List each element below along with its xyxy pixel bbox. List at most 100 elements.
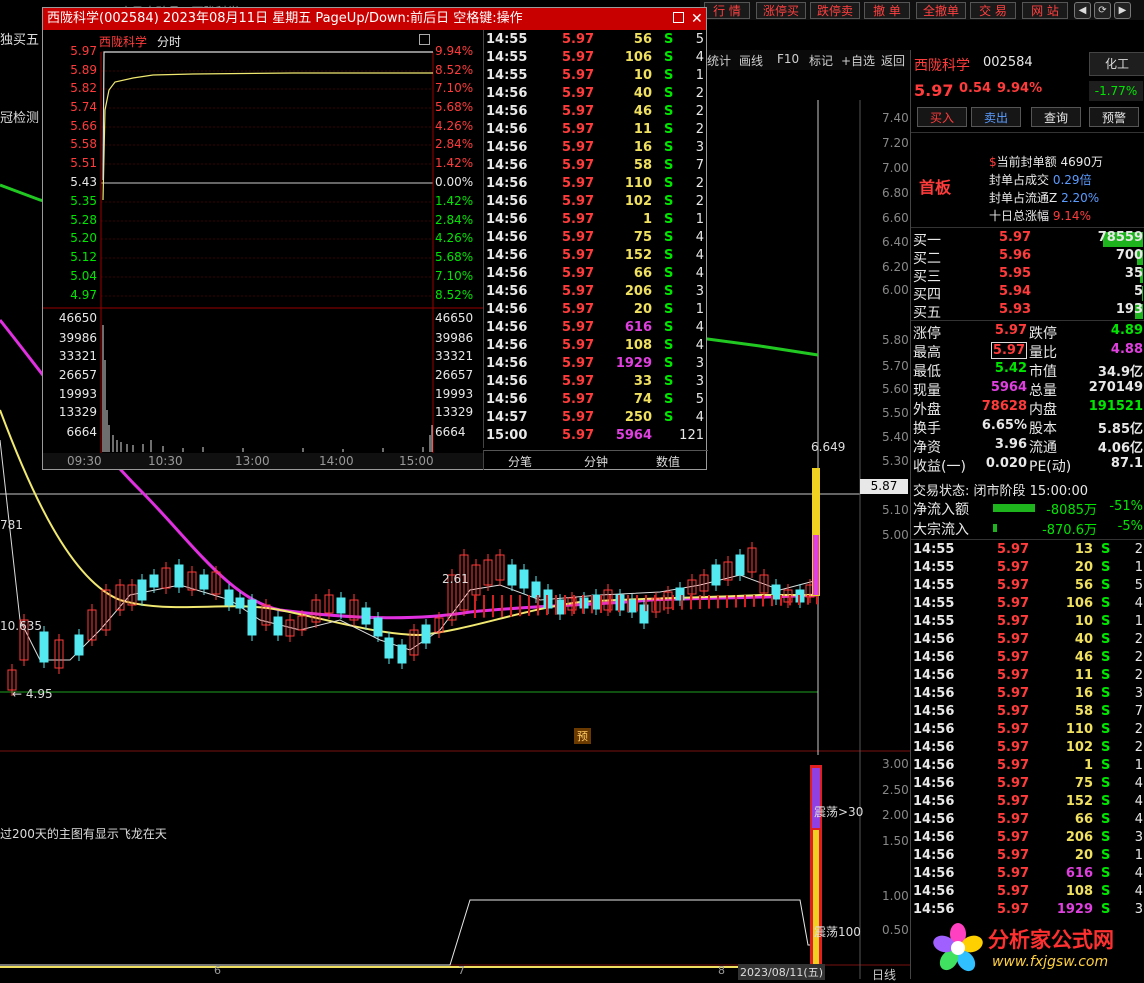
stat-value: 87.1 — [1110, 456, 1143, 471]
cancel-all-button[interactable]: 全撤单 — [916, 2, 966, 19]
tick-price: 5.97 — [997, 704, 1030, 719]
tick-time: 14:56 — [913, 722, 955, 737]
quote-button[interactable]: 行 情 — [704, 2, 750, 19]
ind-axis-tick: 2.00 — [882, 808, 909, 822]
limit-up-buy-button[interactable]: 涨停买 — [756, 2, 806, 19]
tick-volume: 20 — [1074, 560, 1093, 575]
candle — [174, 564, 184, 588]
money-flow: 净流入额 -8085万 -51% 大宗流入 -870.6万 -5% — [911, 499, 1144, 539]
period-label[interactable]: 日线 — [872, 966, 896, 983]
time-tick: 13:00 — [235, 454, 270, 468]
pct-level: 0.00% — [435, 175, 474, 189]
menu-return[interactable]: 返回 — [881, 52, 905, 69]
top-toolbar: 行 情 涨停买 跌停卖 撤 单 全撤单 交 易 网 站 ◀ ⟳ ▶ — [700, 0, 1144, 20]
back-icon[interactable]: ◀ — [1074, 2, 1091, 19]
candle — [224, 589, 234, 606]
seal-info: $当前封单额 4690万 封单占成交 0.29倍 封单占流通Z 2.20% 十日总涨幅… — [989, 153, 1144, 233]
candle — [384, 637, 394, 659]
price-line — [102, 51, 433, 181]
cancel-order-button[interactable]: 撤 单 — [864, 2, 910, 19]
tick-volume: 1 — [642, 212, 652, 227]
tab-values[interactable]: 数值 — [656, 453, 680, 470]
axis-tick: 6.00 — [882, 283, 909, 297]
ind-axis-tick: 3.00 — [882, 757, 909, 771]
volume-level-right: 6664 — [435, 425, 466, 439]
popup-title: 西陇科学(002584) 2023年08月11日 星期五 PageUp/Down… — [47, 11, 523, 26]
tick-volume: 58 — [1074, 704, 1093, 719]
sell-button[interactable]: 卖出 — [971, 107, 1021, 127]
tick-count: 3 — [1134, 902, 1143, 917]
tick-time: 14:56 — [913, 704, 955, 719]
website-button[interactable]: 网 站 — [1022, 2, 1068, 19]
tick-count: 5 — [695, 32, 704, 47]
tab-tick[interactable]: 分笔 — [508, 453, 532, 470]
alert-button[interactable]: 预警 — [1089, 107, 1139, 127]
tick-time: 14:56 — [913, 866, 955, 881]
bid-row[interactable]: 买四 5.94 5 — [911, 284, 1144, 303]
tick-time: 14:56 — [913, 650, 955, 665]
flow-row: 大宗流入 -870.6万 -5% — [911, 519, 1144, 538]
refresh-icon[interactable]: ⟳ — [1094, 2, 1111, 19]
close-icon[interactable]: ✕ — [691, 8, 703, 30]
tick-row: 14:56 5.97 108 S 4 — [911, 884, 1144, 903]
stat-label: 量比 — [1029, 345, 1057, 361]
tick-side: S — [1101, 902, 1111, 917]
candle — [507, 564, 517, 586]
tick-price: 5.97 — [997, 578, 1030, 593]
pct-level: 5.68% — [435, 100, 474, 114]
trade-button[interactable]: 交 易 — [970, 2, 1016, 19]
sector-tag[interactable]: 化工 — [1089, 52, 1144, 76]
tick-volume: 66 — [633, 266, 652, 281]
tick-volume: 33 — [633, 374, 652, 389]
query-button[interactable]: 查询 — [1031, 107, 1081, 127]
forward-icon[interactable]: ▶ — [1114, 2, 1131, 19]
axis-tick: 5.40 — [882, 430, 909, 444]
pct-level: 9.94% — [435, 44, 474, 58]
menu-add-watch[interactable]: +自选 — [841, 52, 875, 69]
tick-row: 14:56 5.97 75 S 4 — [484, 230, 708, 248]
tick-count: 7 — [1134, 704, 1143, 719]
popup-title-bar[interactable]: 西陇科学(002584) 2023年08月11日 星期五 PageUp/Down… — [43, 8, 706, 30]
candle — [771, 584, 781, 600]
buy-button[interactable]: 买入 — [917, 107, 967, 127]
watermark-url: www.fxjgsw.com — [992, 954, 1109, 970]
tick-volume: 206 — [1065, 830, 1093, 845]
maximize-icon[interactable] — [673, 12, 684, 23]
tick-volume: 16 — [633, 140, 652, 155]
limit-down-sell-button[interactable]: 跌停卖 — [810, 2, 860, 19]
bid-row[interactable]: 买一 5.97 78559 — [911, 230, 1144, 249]
tick-price: 5.97 — [997, 650, 1030, 665]
tick-side: S — [1101, 866, 1111, 881]
tick-side: S — [1101, 848, 1111, 863]
tick-time: 14:56 — [486, 194, 528, 209]
bid-volume: 35 — [1124, 266, 1143, 281]
tab-minute[interactable]: 分钟 — [584, 453, 608, 470]
menu-mark[interactable]: 标记 — [809, 52, 833, 69]
seal-row: $当前封单额 4690万 — [989, 153, 1103, 170]
stat-row: 最高 5.97 量比 4.88 — [911, 342, 1144, 361]
tick-count: 3 — [695, 374, 704, 389]
tick-row: 14:56 5.97 152 S 4 — [911, 794, 1144, 813]
seal-row: 封单占成交 0.29倍 — [989, 171, 1092, 188]
menu-draw[interactable]: 画线 — [739, 52, 763, 69]
bid-row[interactable]: 买五 5.93 193 — [911, 302, 1144, 321]
volume-level: 39986 — [58, 331, 97, 345]
bid-row[interactable]: 买三 5.95 35 — [911, 266, 1144, 285]
bid-volume: 78559 — [1097, 230, 1143, 245]
stats-grid: 涨停 5.97 跌停 4.89 最高 5.97 量比 4.88 最低 5.42 市值 34.9亿 现量 5… — [911, 321, 1144, 476]
tick-price: 5.97 — [562, 122, 595, 137]
intraday-popup[interactable]: 西陇科学(002584) 2023年08月11日 星期五 PageUp/Down… — [42, 7, 708, 470]
candle — [361, 607, 371, 625]
menu-f10[interactable]: F10 — [777, 52, 799, 66]
tick-row: 14:56 5.97 616 S 4 — [911, 866, 1144, 885]
bid-row[interactable]: 买二 5.96 700 — [911, 248, 1144, 267]
stat-row: 净资 3.96 流通 4.06亿 — [911, 437, 1144, 456]
tick-row: 14:56 5.97 40 S 2 — [911, 632, 1144, 651]
tick-side: S — [1101, 794, 1111, 809]
bid-price: 5.95 — [999, 266, 1032, 281]
bid-book: 买一 5.97 78559 买二 5.96 700 买三 5.95 35 买四 5.94 5 买五 5.9… — [911, 228, 1144, 323]
flow-row: 净流入额 -8085万 -51% — [911, 499, 1144, 518]
tick-price: 5.97 — [562, 68, 595, 83]
menu-stats[interactable]: 统计 — [707, 52, 731, 69]
intraday-chart[interactable]: 西陇科学 分时 5.97 5.89 5.82 5.74 5.66 5.58 5.51 5.43… — [43, 30, 483, 470]
